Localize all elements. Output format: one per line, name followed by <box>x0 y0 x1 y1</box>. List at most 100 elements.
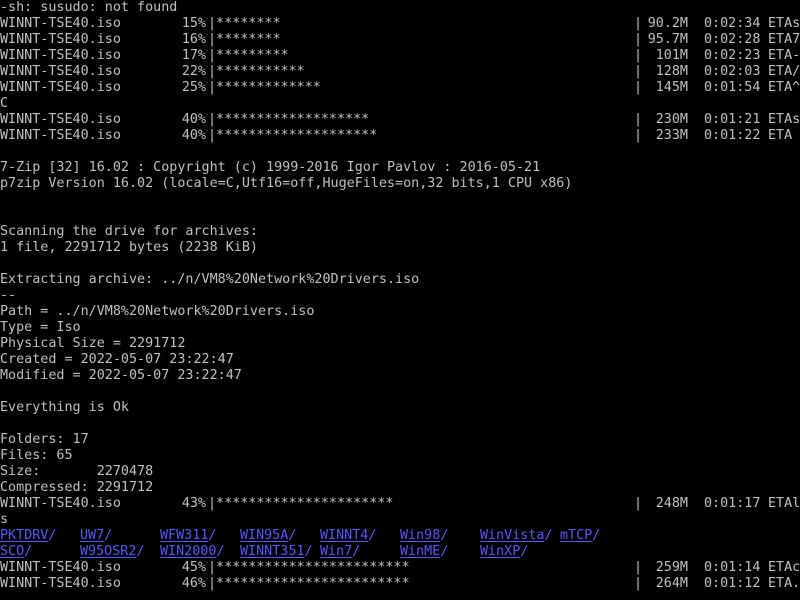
directory-entry[interactable]: WINNT351/ <box>240 544 313 560</box>
progress-bar: |********************** <box>208 496 394 511</box>
progress-time: 0:02:03 <box>704 64 761 79</box>
progress-bar: |*********** <box>208 64 305 79</box>
progress-size: 128M <box>655 64 688 79</box>
progress-line: WINNT-TSE40.iso 43% |*******************… <box>0 496 800 512</box>
directory-listing-row: PKTDRV/ UW7/ WFW311/ WIN95A/ WINNT4/ Win… <box>0 528 800 544</box>
directory-name: WFW311 <box>160 528 209 543</box>
progress-eta: ETA7 <box>768 32 800 47</box>
progress-time: 0:01:14 <box>704 560 761 575</box>
archive-modified-line: Modified = 2022-05-07 23:22:47 <box>0 368 242 383</box>
archive-type-line: Type = Iso <box>0 320 81 335</box>
directory-name: WinME <box>400 544 441 559</box>
directory-name: W95OSR2 <box>80 544 137 559</box>
progress-bar: |******** <box>208 32 281 47</box>
progress-eta: ETA <box>768 128 793 143</box>
directory-name: WinXP <box>480 544 521 559</box>
archive-physical-size-line: Physical Size = 2291712 <box>0 336 186 351</box>
progress-percent: 15% <box>181 16 206 31</box>
directory-entry[interactable]: PKTDRV/ <box>0 528 56 544</box>
archive-path-line: Path = ../n/VM8%20Network%20Drivers.iso <box>0 304 315 319</box>
directory-slash: / <box>24 544 33 559</box>
progress-size: 101M <box>655 48 688 63</box>
progress-filename: WINNT-TSE40.iso <box>0 112 121 127</box>
directory-entry[interactable]: Win7/ <box>320 544 360 560</box>
progress-time: 0:02:28 <box>704 32 761 47</box>
directory-slash: / <box>440 528 449 543</box>
progress-line: WINNT-TSE40.iso 45% |*******************… <box>0 560 800 576</box>
directory-slash: / <box>304 544 313 559</box>
progress-bar: |******************** <box>208 128 378 143</box>
progress-size: 230M <box>655 112 688 127</box>
progress-eta: ETAs <box>768 112 800 127</box>
progress-bar: |************************ <box>208 576 410 591</box>
progress-filename: WINNT-TSE40.iso <box>0 48 121 63</box>
directory-entry[interactable]: UW7/ <box>80 528 112 544</box>
directory-name: WinVista <box>480 528 545 543</box>
progress-time: 0:02:23 <box>704 48 761 63</box>
directory-slash: / <box>208 528 217 543</box>
progress-size: 95.7M <box>647 32 688 47</box>
directory-entry[interactable]: WINNT4/ <box>320 528 376 544</box>
progress-size: 233M <box>655 128 688 143</box>
size-line: Size: 2270478 <box>0 464 154 479</box>
progress-line: WINNT-TSE40.iso 15% |******** | 90.2M 0:… <box>0 16 800 32</box>
progress-percent: 22% <box>181 64 206 79</box>
files-count-line: Files: 65 <box>0 448 73 463</box>
directory-entry[interactable]: WinME/ <box>400 544 448 560</box>
progress-size: 90.2M <box>647 16 688 31</box>
directory-name: Win98 <box>400 528 441 543</box>
directory-entry[interactable]: WinXP/ <box>480 544 528 560</box>
progress-line: WINNT-TSE40.iso 16% |******** | 95.7M 0:… <box>0 32 800 48</box>
everything-ok-line: Everything is Ok <box>0 400 129 415</box>
progress-eta: ETA/ <box>768 64 800 79</box>
progress-line: WINNT-TSE40.iso 25% |************* | 145… <box>0 80 800 96</box>
directory-entry[interactable]: SCO/ <box>0 544 32 560</box>
scanning-line: Scanning the drive for archives: <box>0 224 258 239</box>
progress-filename: WINNT-TSE40.iso <box>0 64 121 79</box>
directory-slash: / <box>288 528 297 543</box>
directory-name: PKTDRV <box>0 528 49 543</box>
directory-entry[interactable]: WFW311/ <box>160 528 216 544</box>
directory-entry[interactable]: WIN95A/ <box>240 528 296 544</box>
directory-name: WINNT4 <box>320 528 369 543</box>
progress-filename: WINNT-TSE40.iso <box>0 32 121 47</box>
extracting-line: Extracting archive: ../n/VM8%20Network%2… <box>0 272 420 287</box>
directory-name: WIN2000 <box>160 544 217 559</box>
directory-entry[interactable]: Win98/ <box>400 528 448 544</box>
directory-name: SCO <box>0 544 25 559</box>
directory-entry[interactable]: WIN2000/ <box>160 544 225 560</box>
progress-eta: ETA^ <box>768 80 800 95</box>
directory-name: WINNT351 <box>240 544 305 559</box>
progress-line: WINNT-TSE40.iso 46% |*******************… <box>0 576 800 592</box>
progress-eta: ETA. <box>768 576 800 591</box>
progress-eta: ETAl <box>768 496 800 511</box>
shell-error-line: -sh: susudo: not found <box>0 0 178 15</box>
command-tail-line: s <box>0 512 9 527</box>
directory-slash: / <box>352 544 361 559</box>
progress-line: WINNT-TSE40.iso 22% |*********** | 128M … <box>0 64 800 80</box>
progress-time: 0:01:17 <box>704 496 761 511</box>
directory-name: Win7 <box>320 544 353 559</box>
progress-percent: 17% <box>181 48 206 63</box>
directory-entry[interactable]: WinVista/ <box>480 528 553 544</box>
progress-bar: |************* <box>208 80 321 95</box>
progress-line: WINNT-TSE40.iso 40% |*******************… <box>0 112 800 128</box>
progress-percent: 25% <box>181 80 206 95</box>
progress-bar: |******** <box>208 16 281 31</box>
progress-time: 0:01:21 <box>704 112 761 127</box>
progress-percent: 40% <box>181 112 206 127</box>
progress-size: 259M <box>655 560 688 575</box>
terminal-window[interactable]: -sh: susudo: not found WINNT-TSE40.iso 1… <box>0 0 800 600</box>
compressed-size-line: Compressed: 2291712 <box>0 480 154 495</box>
progress-time: 0:01:54 <box>704 80 761 95</box>
directory-entry[interactable]: mTCP/ <box>560 528 600 544</box>
directory-listing-row: SCO/ W95OSR2/ WIN2000/ WINNT351/ Win7/ W… <box>0 544 800 560</box>
directory-name: UW7 <box>80 528 105 543</box>
progress-time: 0:02:34 <box>704 16 761 31</box>
directory-slash: / <box>440 544 449 559</box>
progress-percent: 43% <box>181 496 206 511</box>
progress-bar: |******************* <box>208 112 370 127</box>
directory-entry[interactable]: W95OSR2/ <box>80 544 145 560</box>
sevenzip-banner: 7-Zip [32] 16.02 : Copyright (c) 1999-20… <box>0 160 541 175</box>
stray-output-line: C <box>0 96 9 111</box>
